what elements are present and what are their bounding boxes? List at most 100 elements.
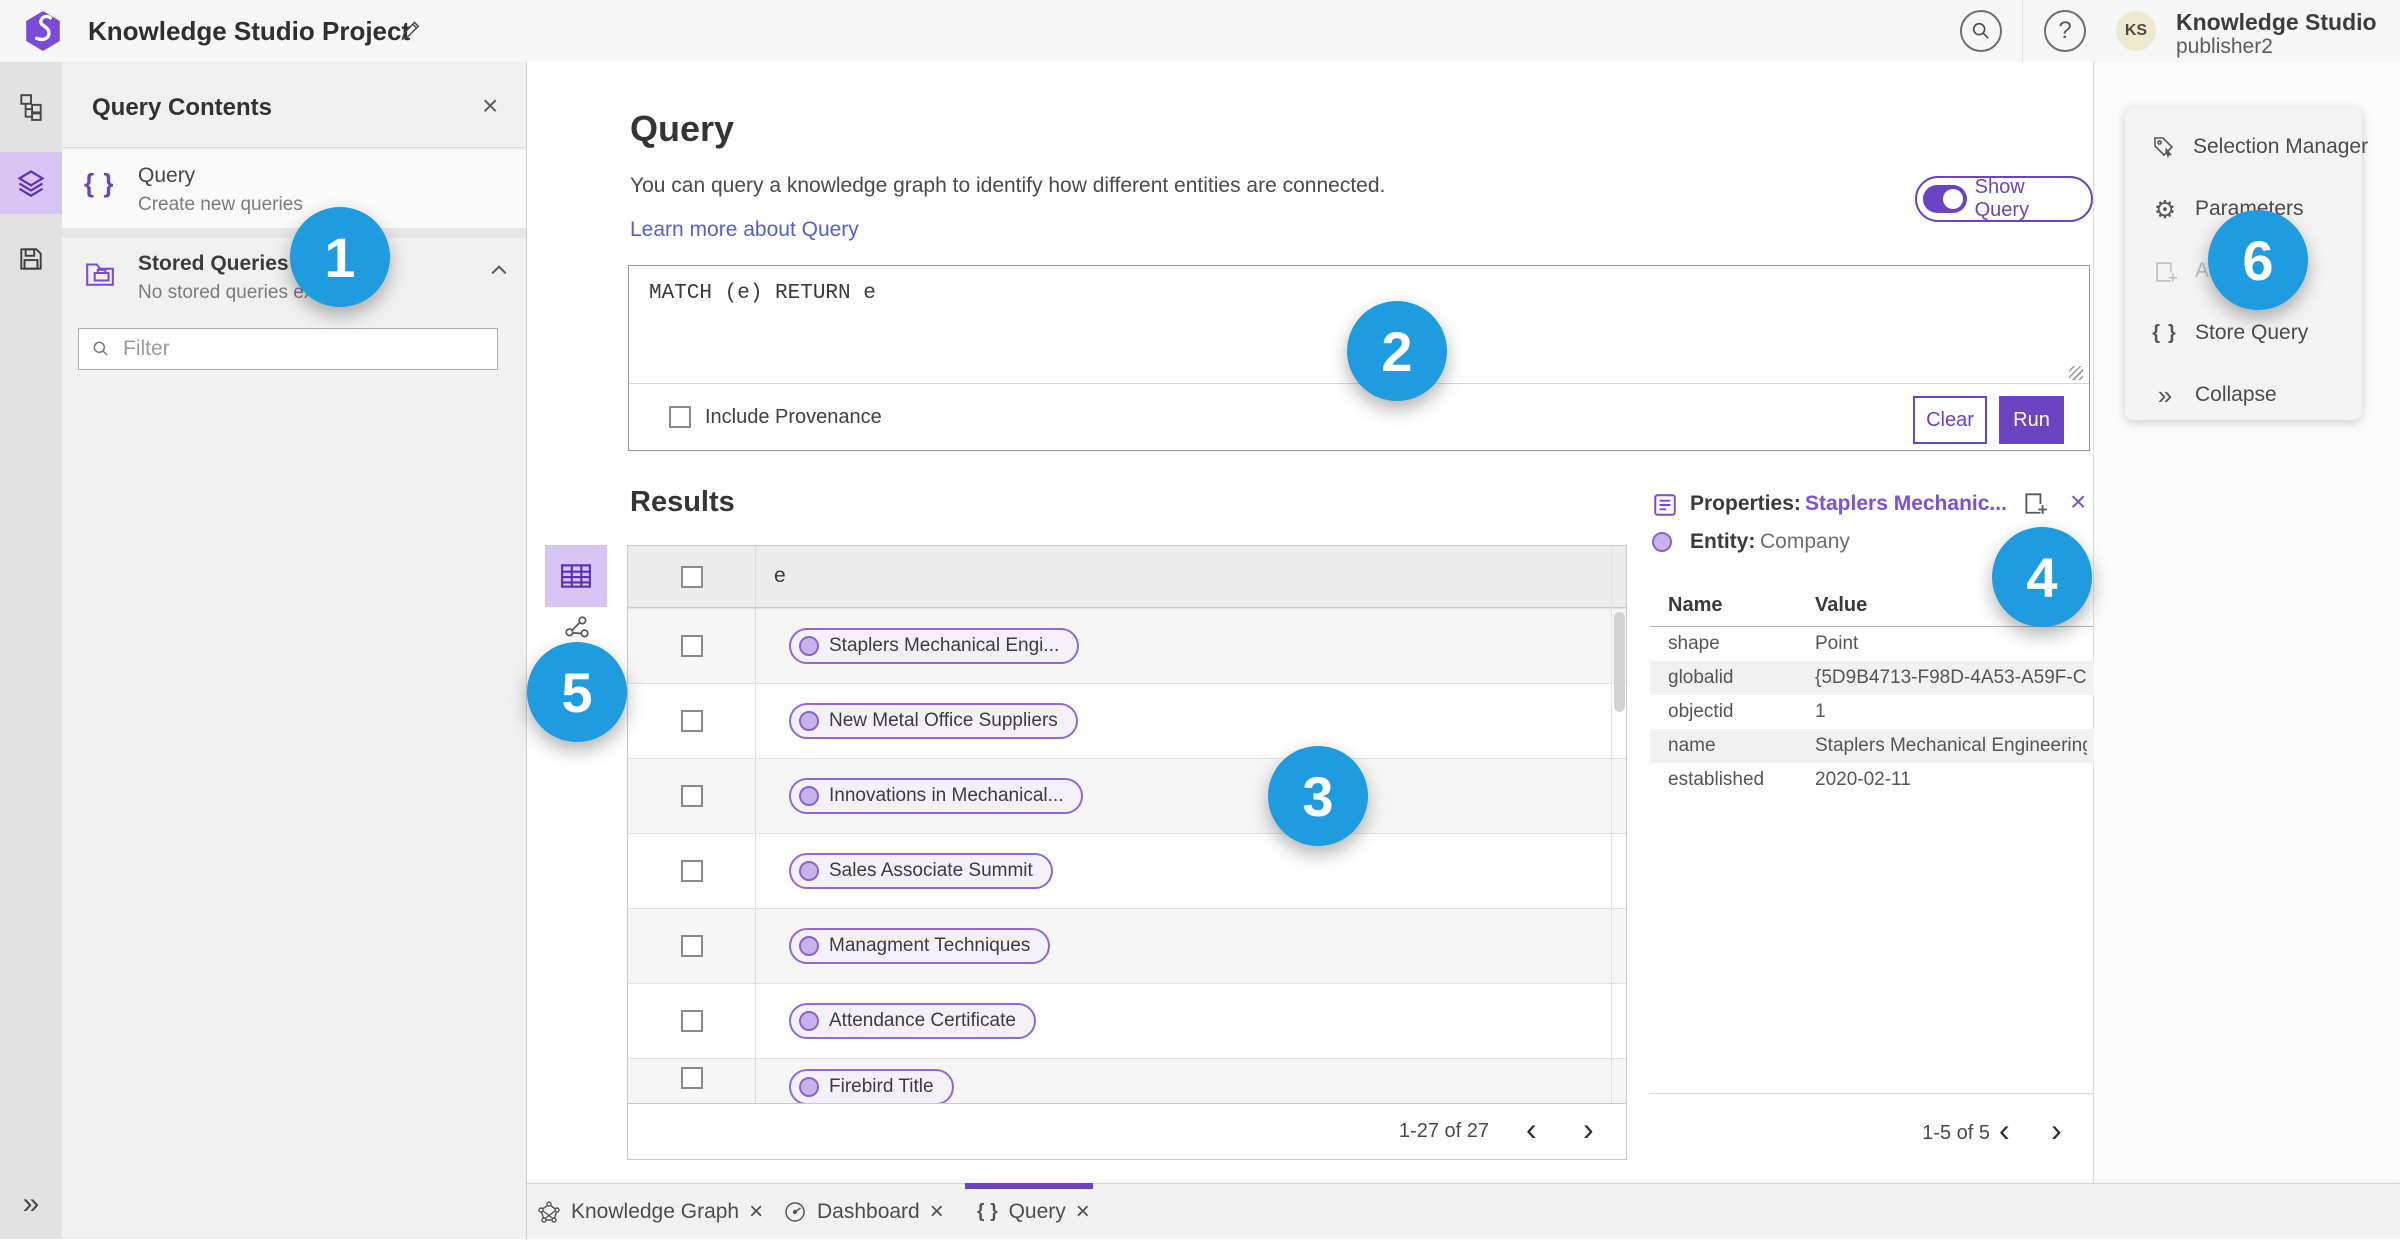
scrollbar-track (1611, 546, 1612, 1103)
close-panel-icon[interactable]: × (482, 90, 498, 122)
item-title: Query (138, 164, 196, 187)
select-all-checkbox[interactable] (680, 565, 703, 588)
knowledge-graph-icon (537, 1200, 561, 1224)
schema-icon (17, 93, 45, 121)
sidebar-item-query[interactable]: { } Query Create new queries (62, 150, 526, 228)
annotation-callout-4: 4 (1992, 527, 2092, 627)
toggle-label: Show Query (1974, 176, 2030, 221)
close-tab-icon[interactable]: × (1076, 1200, 1090, 1224)
item-subtitle: Create new queries (138, 194, 303, 215)
braces-icon: { } (84, 168, 116, 198)
rail-item-schema[interactable] (0, 76, 62, 138)
entity-dot-icon (799, 1077, 819, 1097)
next-page-icon[interactable]: › (1583, 1113, 1594, 1145)
close-tab-icon[interactable]: × (930, 1200, 944, 1224)
user-info: Knowledge Studio publisher2 (2176, 9, 2377, 60)
close-properties-icon[interactable]: × (2070, 486, 2086, 518)
entity-dot-icon (799, 636, 819, 656)
tab-query[interactable]: { } Query × (977, 1184, 1090, 1240)
query-editor[interactable]: MATCH (e) RETURN e (649, 282, 876, 305)
previous-page-icon[interactable]: ‹ (1999, 1114, 2010, 1146)
entity-pill[interactable]: Firebird Title (789, 1069, 954, 1103)
divider (1650, 1093, 2094, 1094)
edit-title-pencil-icon[interactable] (398, 19, 422, 43)
table-row: Innovations in Mechanical... (628, 758, 1626, 833)
tab-knowledge-graph[interactable]: Knowledge Graph × (537, 1184, 763, 1240)
entity-pill[interactable]: Staplers Mechanical Engi... (789, 628, 1080, 664)
row-checkbox[interactable] (680, 1010, 703, 1032)
table-view-button[interactable] (545, 545, 607, 607)
row-checkbox[interactable] (680, 1067, 703, 1089)
link-chart-view-button[interactable] (563, 614, 591, 642)
table-row: Managment Techniques (628, 908, 1626, 983)
help-button[interactable]: ? (2044, 10, 2086, 52)
entity-pill[interactable]: Innovations in Mechanical... (789, 778, 1084, 814)
panel-title: Query Contents (92, 94, 273, 121)
entity-type: Company (1760, 530, 1850, 553)
collapse-chevron-up-icon[interactable] (490, 264, 508, 276)
scrollbar-thumb[interactable] (1614, 612, 1625, 712)
entity-dot-icon (799, 786, 819, 806)
entity-pill[interactable]: New Metal Office Suppliers (789, 703, 1078, 739)
row-checkbox[interactable] (680, 635, 703, 657)
braces-icon: { } (977, 1201, 999, 1222)
save-icon (17, 245, 45, 273)
close-tab-icon[interactable]: × (749, 1200, 763, 1224)
page-title: Knowledge Studio Project (88, 16, 411, 46)
double-chevron-right-icon: » (2157, 380, 2173, 410)
braces-icon: { } (2152, 321, 2178, 344)
row-checkbox[interactable] (680, 860, 703, 882)
entity-pill[interactable]: Attendance Certificate (789, 1003, 1036, 1039)
search-icon (91, 339, 111, 359)
clear-button[interactable]: Clear (1913, 396, 1987, 444)
row-checkbox[interactable] (680, 710, 703, 732)
link-chart-icon (563, 614, 591, 642)
entity-pill[interactable]: Managment Techniques (789, 928, 1051, 964)
toggle-switch-icon (1923, 185, 1967, 213)
table-row: Staplers Mechanical Engi... (628, 608, 1626, 683)
previous-page-icon[interactable]: ‹ (1526, 1113, 1537, 1145)
results-pagination: 1-27 of 27 ‹ › (628, 1103, 1626, 1159)
menu-item-store-query[interactable]: { } Store Query (2125, 310, 2362, 356)
table-row: Attendance Certificate (628, 983, 1626, 1058)
property-row: name Staplers Mechanical Engineering (1650, 729, 2094, 763)
annotation-callout-3: 3 (1268, 746, 1368, 846)
search-button[interactable] (1960, 10, 2002, 52)
entity-dot-icon (799, 861, 819, 881)
row-checkbox[interactable] (680, 785, 703, 807)
expand-rail-button[interactable]: » (0, 1187, 62, 1221)
query-description: You can query a knowledge graph to ident… (630, 174, 1386, 197)
run-button[interactable]: Run (1999, 396, 2064, 444)
annotation-callout-5: 5 (527, 642, 627, 742)
resize-grip-icon[interactable] (2069, 366, 2083, 380)
include-provenance-checkbox[interactable] (669, 406, 691, 428)
entity-dot-icon (799, 711, 819, 731)
avatar[interactable]: KS (2116, 11, 2156, 51)
table-row: Firebird Title (628, 1058, 1626, 1103)
learn-more-link[interactable]: Learn more about Query (630, 218, 859, 242)
property-row: established 2020-02-11 (1668, 769, 1911, 790)
rail-item-save[interactable] (0, 228, 62, 290)
filter-input[interactable] (121, 336, 485, 362)
next-page-icon[interactable]: › (2051, 1114, 2062, 1146)
layers-icon (16, 168, 46, 198)
rail-item-query-contents[interactable] (0, 152, 62, 214)
results-heading: Results (630, 486, 735, 518)
entity-pill[interactable]: Sales Associate Summit (789, 853, 1053, 889)
annotation-callout-2: 2 (1347, 301, 1447, 401)
app-logo-icon[interactable] (22, 10, 64, 52)
entity-dot-icon (1652, 532, 1672, 552)
tab-dashboard[interactable]: Dashboard × (783, 1184, 944, 1240)
menu-item-selection-manager[interactable]: Selection Manager (2125, 124, 2368, 170)
properties-entity-link[interactable]: Staplers Mechanic... (1805, 492, 2007, 516)
gear-icon: ⚙ (2153, 194, 2177, 224)
add-square-icon (2151, 259, 2179, 284)
show-query-toggle[interactable]: Show Query (1915, 176, 2093, 222)
row-checkbox[interactable] (680, 935, 703, 957)
menu-item-collapse[interactable]: » Collapse (2125, 372, 2362, 418)
provenance-row: Include Provenance (629, 384, 2089, 450)
header-divider (2022, 0, 2023, 61)
user-name: Knowledge Studio (2176, 9, 2377, 35)
results-table-header: e (628, 546, 1626, 608)
add-to-map-icon[interactable] (2022, 490, 2048, 516)
